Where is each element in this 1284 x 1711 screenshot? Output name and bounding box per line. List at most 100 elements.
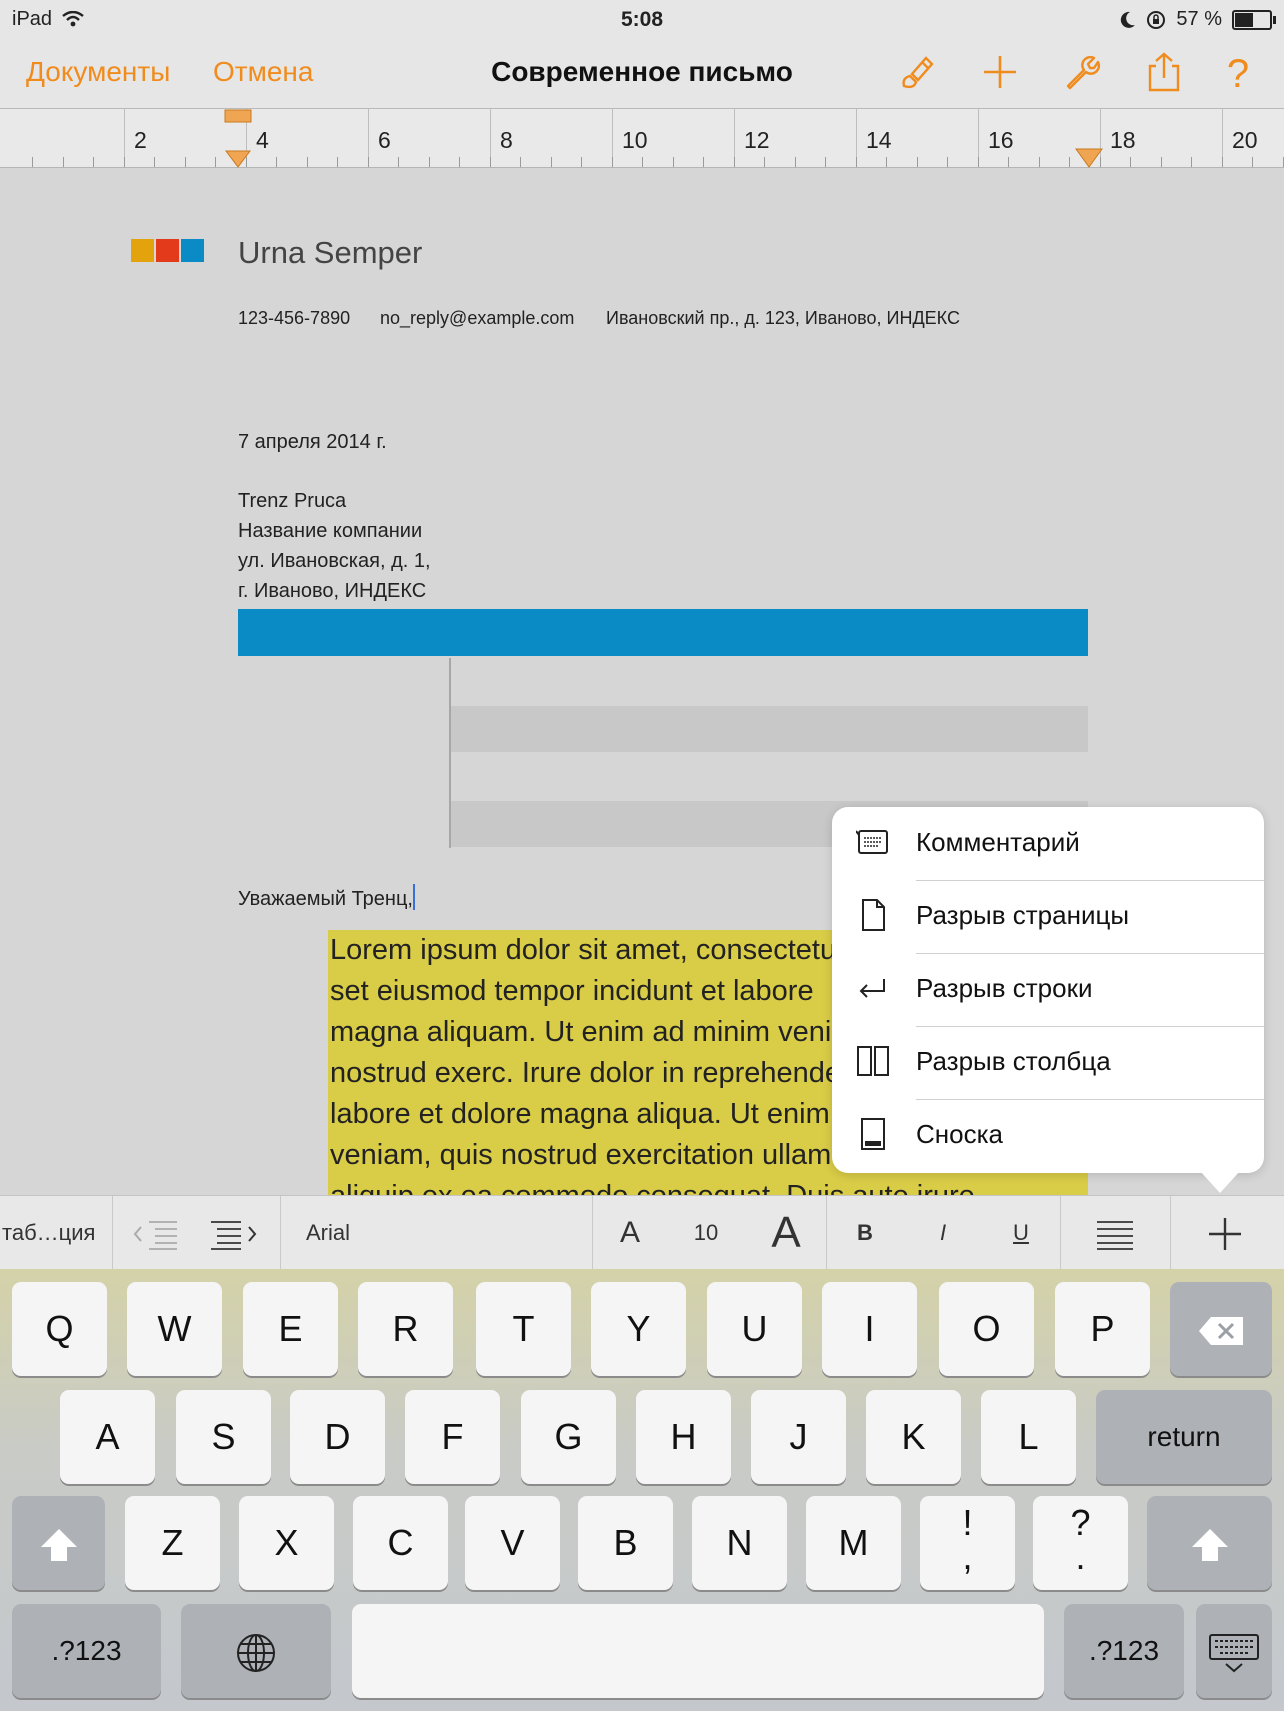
shift-key-right[interactable] <box>1147 1496 1272 1590</box>
key-n[interactable]: N <box>692 1496 787 1590</box>
battery-fill <box>1235 12 1254 27</box>
increase-font-button[interactable]: A <box>764 1196 808 1269</box>
status-time: 5:08 <box>620 8 664 31</box>
ruler-minor-tick <box>886 157 887 167</box>
key-x[interactable]: X <box>239 1496 334 1590</box>
sender-phone[interactable]: 123-456-7890 <box>238 308 350 329</box>
italic-button[interactable]: I <box>928 1196 958 1269</box>
insert-button[interactable] <box>1200 1196 1250 1269</box>
help-icon[interactable]: ? <box>1216 52 1260 96</box>
placeholder-line-1 <box>451 706 1088 752</box>
ruler-label: 16 <box>988 127 1014 153</box>
ruler-label: 8 <box>500 127 513 153</box>
paintbrush-icon[interactable] <box>896 52 940 96</box>
font-name-button[interactable]: Arial <box>306 1196 506 1269</box>
recipient-street[interactable]: ул. Ивановская, д. 1, <box>238 550 431 573</box>
left-indent-marker[interactable] <box>222 109 254 169</box>
key-w[interactable]: W <box>127 1282 222 1376</box>
ruler-minor-tick <box>276 157 277 167</box>
key-exclamation[interactable]: ! , <box>920 1496 1015 1590</box>
letter-date[interactable]: 7 апреля 2014 г. <box>238 431 387 454</box>
menu-item-column-break[interactable]: Разрыв столбца <box>832 1026 1264 1099</box>
globe-key[interactable] <box>181 1604 331 1698</box>
backspace-icon <box>1199 1317 1243 1346</box>
underline-button[interactable]: U <box>1006 1196 1036 1269</box>
key-s[interactable]: S <box>176 1390 271 1484</box>
key-i[interactable]: I <box>822 1282 917 1376</box>
plus-icon[interactable] <box>978 52 1022 96</box>
return-key[interactable]: return <box>1096 1390 1272 1484</box>
keyboard-dismiss-icon <box>1209 1634 1259 1673</box>
line-break-icon <box>859 979 885 998</box>
wrench-icon[interactable] <box>1060 52 1104 96</box>
key-h[interactable]: H <box>636 1390 731 1484</box>
sender-address[interactable]: Ивановский пр., д. 123, Иваново, ИНДЕКС <box>606 308 960 329</box>
key-e[interactable]: E <box>243 1282 338 1376</box>
key-c[interactable]: C <box>353 1496 448 1590</box>
numbers-key-left[interactable]: .?123 <box>12 1604 161 1698</box>
key-a[interactable]: A <box>60 1390 155 1484</box>
key-k[interactable]: K <box>866 1390 961 1484</box>
ruler[interactable]: 2 4 6 8 10 12 14 16 18 20 <box>0 109 1284 168</box>
shift-icon <box>40 1529 77 1562</box>
paragraph-style-button[interactable]: таб…ция <box>0 1196 112 1269</box>
ruler-label: 18 <box>1110 127 1136 153</box>
toolbar-separator <box>112 1196 113 1269</box>
key-j[interactable]: J <box>751 1390 846 1484</box>
key-u[interactable]: U <box>707 1282 802 1376</box>
letter-greeting[interactable]: Уважаемый Тренц, <box>238 884 415 911</box>
shift-icon <box>1191 1529 1228 1562</box>
key-f[interactable]: F <box>405 1390 500 1484</box>
key-o[interactable]: O <box>939 1282 1034 1376</box>
ruler-minor-tick <box>947 157 948 167</box>
ruler-minor-tick <box>1130 157 1131 167</box>
bold-button[interactable]: B <box>850 1196 880 1269</box>
ruler-minor-tick <box>93 157 94 167</box>
menu-item-comment[interactable]: Комментарий <box>832 807 1264 880</box>
recipient-city[interactable]: г. Иваново, ИНДЕКС <box>238 580 426 603</box>
dismiss-keyboard-key[interactable] <box>1196 1604 1272 1698</box>
font-size-value[interactable]: 10 <box>686 1196 726 1269</box>
recipient-company[interactable]: Название компании <box>238 520 422 543</box>
key-z[interactable]: Z <box>125 1496 220 1590</box>
ruler-minor-tick <box>794 157 796 167</box>
key-y[interactable]: Y <box>591 1282 686 1376</box>
key-b[interactable]: B <box>578 1496 673 1590</box>
key-d[interactable]: D <box>290 1390 385 1484</box>
outdent-button[interactable] <box>128 1196 188 1269</box>
greeting-text: Уважаемый Тренц, <box>238 888 413 910</box>
menu-label: Разрыв столбца <box>916 1046 1111 1076</box>
text-cursor <box>412 884 415 910</box>
backspace-key[interactable] <box>1170 1282 1272 1376</box>
recipient-name[interactable]: Trenz Pruca <box>238 490 346 513</box>
menu-item-page-break[interactable]: Разрыв страницы <box>832 880 1264 953</box>
menu-item-footnote[interactable]: Сноска <box>832 1099 1264 1172</box>
sender-name[interactable]: Urna Semper <box>238 235 422 271</box>
key-g[interactable]: G <box>521 1390 616 1484</box>
key-top-char: ! <box>962 1502 973 1543</box>
menu-item-line-break[interactable]: Разрыв строки <box>832 953 1264 1026</box>
key-m[interactable]: M <box>806 1496 901 1590</box>
space-key[interactable] <box>352 1604 1044 1698</box>
ruler-minor-tick <box>1221 157 1223 167</box>
key-bottom-char: . <box>1075 1536 1086 1577</box>
alignment-button[interactable] <box>1090 1196 1140 1269</box>
footnote-icon <box>861 1118 885 1150</box>
key-q[interactable]: Q <box>12 1282 107 1376</box>
shift-key-left[interactable] <box>12 1496 105 1590</box>
key-r[interactable]: R <box>358 1282 453 1376</box>
ruler-minor-tick <box>62 157 64 167</box>
key-t[interactable]: T <box>476 1282 571 1376</box>
decrease-font-button[interactable]: A <box>612 1196 648 1269</box>
ruler-minor-tick <box>916 157 918 167</box>
right-indent-marker[interactable] <box>1074 147 1104 169</box>
key-question[interactable]: ? . <box>1033 1496 1128 1590</box>
key-l[interactable]: L <box>981 1390 1076 1484</box>
share-icon[interactable] <box>1142 52 1186 96</box>
indent-button[interactable] <box>202 1196 262 1269</box>
sender-email[interactable]: no_reply@example.com <box>380 308 574 329</box>
format-toolbar: таб…ция Arial A 10 A B I U <box>0 1195 1284 1270</box>
key-v[interactable]: V <box>465 1496 560 1590</box>
numbers-key-right[interactable]: .?123 <box>1064 1604 1184 1698</box>
key-p[interactable]: P <box>1055 1282 1150 1376</box>
